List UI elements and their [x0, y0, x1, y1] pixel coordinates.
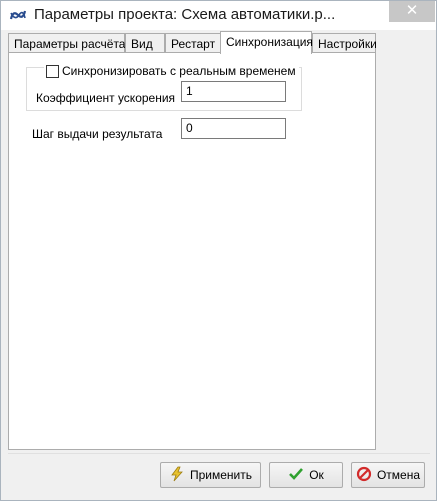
checkmark-icon	[288, 466, 309, 485]
tab-label: Настройки	[318, 37, 377, 51]
output-step-input[interactable]: 0	[181, 118, 286, 139]
cancel-icon	[356, 466, 377, 485]
lightning-icon	[169, 466, 190, 485]
tab-label: Рестарт	[171, 37, 216, 51]
realtime-sync-checkbox-row[interactable]: Синхронизировать с реальным временем	[44, 64, 299, 78]
apply-label: Применить	[189, 468, 252, 482]
realtime-sync-checkbox[interactable]	[46, 64, 59, 78]
close-icon: ✕	[405, 2, 419, 19]
window-title: Параметры проекта: Схема автоматики.р...	[34, 6, 336, 23]
tab-synchronization[interactable]: Синхронизация	[220, 31, 313, 54]
acceleration-label: Коэффициент ускорения	[36, 91, 176, 105]
realtime-sync-label: Синхронизировать с реальным временем	[62, 64, 296, 78]
ok-label: Ок	[309, 468, 324, 482]
tab-view[interactable]: Вид	[125, 33, 165, 53]
synchronization-panel	[8, 52, 376, 450]
acceleration-input[interactable]: 1	[181, 81, 286, 102]
cancel-button[interactable]: Отмена	[351, 462, 425, 488]
tab-label: Вид	[131, 37, 153, 51]
tab-restart[interactable]: Рестарт	[165, 33, 221, 53]
output-step-label: Шаг выдачи результата	[32, 127, 163, 141]
tab-settings[interactable]: Настройки	[312, 33, 377, 53]
ok-button[interactable]: Ок	[269, 462, 343, 488]
bottom-separator	[8, 453, 430, 454]
tab-label: Параметры расчёта	[14, 37, 126, 51]
app-logo-icon	[9, 7, 27, 23]
title-bar: Параметры проекта: Схема автоматики.р...…	[1, 1, 436, 30]
cancel-label: Отмена	[376, 468, 421, 482]
apply-button[interactable]: Применить	[160, 462, 261, 488]
tab-label: Синхронизация	[226, 35, 313, 49]
tab-calculation-params[interactable]: Параметры расчёта	[8, 33, 125, 53]
project-settings-dialog: Параметры проекта: Схема автоматики.р...…	[0, 0, 437, 501]
close-button[interactable]: ✕	[389, 1, 435, 22]
